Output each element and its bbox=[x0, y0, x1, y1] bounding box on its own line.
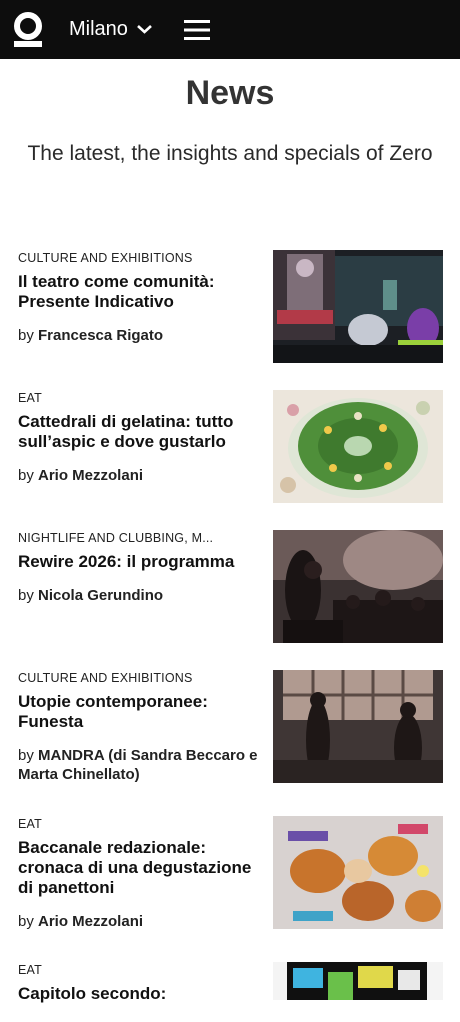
menu-icon[interactable] bbox=[184, 19, 210, 41]
chevron-down-icon bbox=[137, 25, 152, 34]
article-category[interactable]: CULTURE AND EXHIBITIONS bbox=[18, 250, 263, 266]
article-author[interactable]: Ario Mezzolani bbox=[38, 913, 143, 930]
page-title: News bbox=[185, 74, 275, 112]
article-card[interactable]: EAT Cattedrali di gelatina: tutto sull’a… bbox=[18, 390, 443, 503]
article-author[interactable]: MANDRA (di Sandra Beccaro e Marta Chinel… bbox=[18, 747, 258, 783]
article-byline: by Francesca Rigato bbox=[18, 326, 263, 345]
article-category[interactable]: EAT bbox=[18, 962, 263, 978]
article-title[interactable]: Utopie contemporanee: Funesta bbox=[18, 692, 263, 732]
article-category[interactable]: NIGHTLIFE AND CLUBBING, M... bbox=[18, 530, 263, 546]
article-thumbnail[interactable] bbox=[273, 962, 443, 1000]
article-byline: by Nicola Gerundino bbox=[18, 586, 263, 605]
city-selector[interactable]: Milano bbox=[69, 17, 153, 41]
byline-prefix: by bbox=[18, 587, 34, 604]
byline-prefix: by bbox=[18, 327, 34, 344]
article-thumbnail[interactable] bbox=[273, 250, 443, 363]
article-title[interactable]: Cattedrali di gelatina: tutto sull’aspic… bbox=[18, 412, 263, 452]
article-card[interactable]: CULTURE AND EXHIBITIONS Utopie contempor… bbox=[18, 670, 443, 783]
article-author[interactable]: Nicola Gerundino bbox=[38, 587, 163, 604]
article-byline: by Ario Mezzolani bbox=[18, 912, 263, 931]
byline-prefix: by bbox=[18, 747, 34, 764]
article-thumbnail[interactable] bbox=[273, 816, 443, 929]
page-subtitle: The latest, the insights and specials of… bbox=[27, 142, 433, 165]
article-card[interactable]: EAT Baccanale redazionale: cronaca di un… bbox=[18, 816, 443, 931]
byline-prefix: by bbox=[18, 913, 34, 930]
article-category[interactable]: CULTURE AND EXHIBITIONS bbox=[18, 670, 263, 686]
article-thumbnail[interactable] bbox=[273, 530, 443, 643]
article-byline: by Ario Mezzolani bbox=[18, 466, 263, 485]
article-card[interactable]: EAT Capitolo secondo: bbox=[18, 962, 443, 1022]
article-card[interactable]: NIGHTLIFE AND CLUBBING, M... Rewire 2026… bbox=[18, 530, 443, 643]
city-label: Milano bbox=[69, 18, 128, 40]
article-thumbnail[interactable] bbox=[273, 670, 443, 783]
zero-logo-icon[interactable] bbox=[12, 12, 44, 48]
article-title[interactable]: Capitolo secondo: bbox=[18, 984, 263, 1004]
article-category[interactable]: EAT bbox=[18, 816, 263, 832]
article-title[interactable]: Il teatro come comunità: Presente Indica… bbox=[18, 272, 263, 312]
article-category[interactable]: EAT bbox=[18, 390, 263, 406]
article-author[interactable]: Ario Mezzolani bbox=[38, 467, 143, 484]
article-thumbnail[interactable] bbox=[273, 390, 443, 503]
article-title[interactable]: Rewire 2026: il programma bbox=[18, 552, 263, 572]
article-author[interactable]: Francesca Rigato bbox=[38, 327, 163, 344]
byline-prefix: by bbox=[18, 467, 34, 484]
article-byline: by MANDRA (di Sandra Beccaro e Marta Chi… bbox=[18, 746, 263, 784]
article-card[interactable]: CULTURE AND EXHIBITIONS Il teatro come c… bbox=[18, 250, 443, 363]
top-navigation-bar: Milano bbox=[0, 0, 460, 59]
article-title[interactable]: Baccanale redazionale: cronaca di una de… bbox=[18, 838, 263, 898]
